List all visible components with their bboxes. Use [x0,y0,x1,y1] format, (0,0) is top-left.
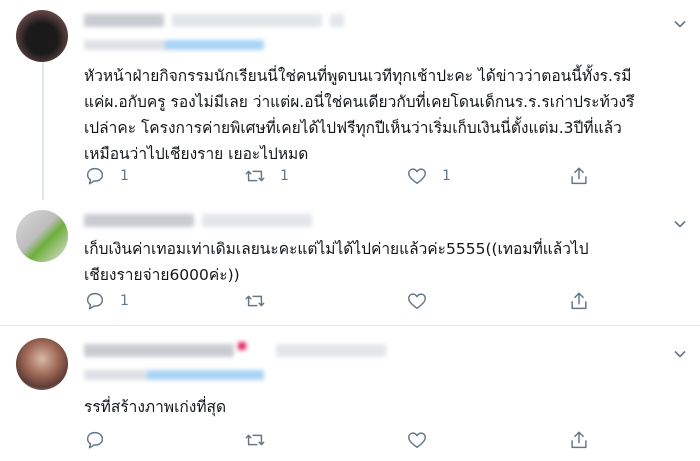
avatar[interactable] [16,338,68,390]
retweet-button[interactable]: 1 [244,164,289,188]
tweet-actions [84,428,604,452]
blurred-replying-to[interactable] [84,370,264,380]
tweet-actions: 1 1 1 [84,164,604,188]
blurred-display-name[interactable] [84,344,234,357]
blurred-display-name[interactable] [84,214,194,227]
blurred-timestamp[interactable] [330,14,344,27]
blurred-username[interactable] [202,214,312,227]
avatar[interactable] [16,10,68,62]
share-icon [571,167,587,185]
reply-button[interactable]: 1 [84,289,129,313]
blurred-username[interactable] [172,14,322,27]
heart-icon [408,293,426,310]
avatar[interactable] [16,210,68,262]
blurred-badge[interactable] [238,342,246,350]
heart-icon [408,168,426,185]
retweet-button[interactable] [244,428,280,452]
heart-icon [408,432,426,449]
like-button[interactable] [406,289,442,313]
blurred-replying-to[interactable] [84,40,264,50]
share-button[interactable] [568,428,590,452]
tweet-1[interactable]: หัวหน้าฝ่ายกิจกรรมนักเรียนนี่ใช่คนที่พูด… [0,0,700,200]
tweet-2[interactable]: เก็บเงินค่าเทอมเท่าเดิมเลยนะคะแต่ไม่ได้ไ… [0,200,700,326]
chevron-down-icon[interactable] [672,216,688,232]
retweet-button[interactable] [244,289,280,313]
share-icon [571,431,587,449]
like-button[interactable]: 1 [406,164,451,188]
reply-button[interactable]: 1 [84,164,129,188]
tweet-text: เก็บเงินค่าเทอมเท่าเดิมเลยนะคะแต่ไม่ได้ไ… [84,240,589,284]
blurred-username[interactable] [276,344,386,357]
reply-icon [86,167,104,185]
reply-icon [86,431,104,449]
retweet-count: 1 [280,168,289,184]
tweet-text: หัวหน้าฝ่ายกิจกรรมนักเรียนนี่ใช่คนที่พูด… [84,67,635,163]
share-button[interactable] [568,289,590,313]
chevron-down-icon[interactable] [672,16,688,32]
retweet-icon [245,170,265,182]
blurred-display-name[interactable] [84,14,164,27]
tweet-3[interactable]: รรที่สร้างภาพเก่งที่สุด [0,326,700,461]
share-icon [571,292,587,310]
retweet-icon [245,295,265,307]
reply-count: 1 [120,293,129,309]
reply-count: 1 [120,168,129,184]
chevron-down-icon[interactable] [672,346,688,362]
share-button[interactable] [568,164,590,188]
like-button[interactable] [406,428,442,452]
like-count: 1 [442,168,451,184]
reply-button[interactable] [84,428,120,452]
retweet-icon [245,434,265,446]
reply-icon [86,292,104,310]
tweet-text: รรที่สร้างภาพเก่งที่สุด [84,398,227,416]
tweet-actions: 1 [84,289,604,313]
